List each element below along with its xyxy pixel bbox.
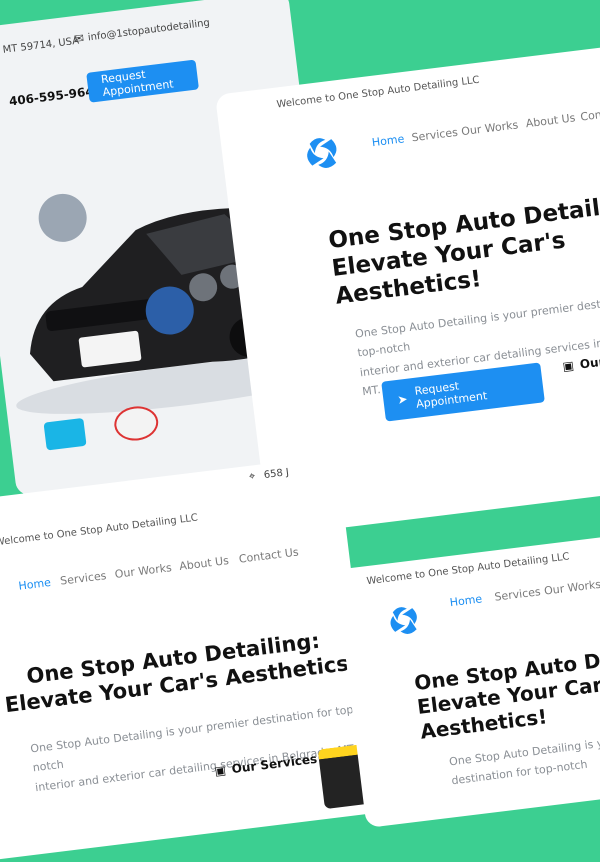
welcome-text: Welcome to One Stop Auto Detailing LLC bbox=[276, 74, 481, 111]
hero-title-3: One Stop Auto Detailing: Elevate Your Ca… bbox=[413, 635, 600, 744]
logo-icon bbox=[390, 607, 417, 634]
screen-card-hero-right: Welcome to One Stop Auto Detailing LLC H… bbox=[335, 533, 600, 829]
hero-description-2: One Stop Auto Detailing is your premier … bbox=[29, 699, 364, 797]
nav-about-us-2[interactable]: About Us bbox=[179, 554, 230, 573]
hero-title: One Stop Auto Detailing: Elevate Your Ca… bbox=[327, 186, 600, 311]
topbar-request-label: Request Appointment bbox=[100, 67, 175, 100]
nav-services-3[interactable]: Services bbox=[494, 585, 542, 604]
nav-home-3[interactable]: Home bbox=[449, 592, 483, 609]
topbar-email[interactable]: info@1stopautodetailing bbox=[87, 18, 210, 44]
nav-about-us[interactable]: About Us bbox=[525, 111, 576, 130]
location-icon: ⌖ bbox=[248, 469, 256, 483]
nav-our-works[interactable]: Our Works bbox=[461, 118, 519, 138]
briefcase-icon: ▣ bbox=[213, 762, 227, 779]
screen-card-hero-left: ⌖ 658 J Welcome to One Stop Auto Detaili… bbox=[0, 455, 381, 862]
request-appointment-label: Request Appointment bbox=[413, 379, 488, 411]
welcome-text-2: Welcome to One Stop Auto Detailing LLC bbox=[0, 512, 199, 549]
nav-our-works-2[interactable]: Our Works bbox=[114, 561, 172, 581]
logo-icon bbox=[307, 138, 337, 168]
nav-services[interactable]: Services bbox=[411, 126, 459, 145]
nav-home-2[interactable]: Home bbox=[18, 576, 52, 593]
send-icon: ➤ bbox=[396, 391, 409, 407]
address-short: 658 J bbox=[263, 467, 290, 482]
topbar-request-button[interactable]: Request Appointment bbox=[86, 59, 200, 103]
topbar-address: MT 59714, USA bbox=[2, 35, 80, 56]
nav-contact[interactable]: Contac bbox=[580, 106, 600, 124]
nav-services-2[interactable]: Services bbox=[59, 569, 107, 588]
briefcase-icon: ▣ bbox=[561, 358, 575, 374]
sponge-image bbox=[43, 417, 87, 451]
nav-our-works-3[interactable]: Our Works bbox=[543, 578, 600, 598]
nav-contact-us-2[interactable]: Contact Us bbox=[238, 545, 299, 565]
nav-home[interactable]: Home bbox=[371, 132, 405, 149]
mail-icon: ✉ bbox=[73, 31, 85, 47]
welcome-text-3: Welcome to One Stop Auto Detailing LLC bbox=[365, 551, 571, 588]
